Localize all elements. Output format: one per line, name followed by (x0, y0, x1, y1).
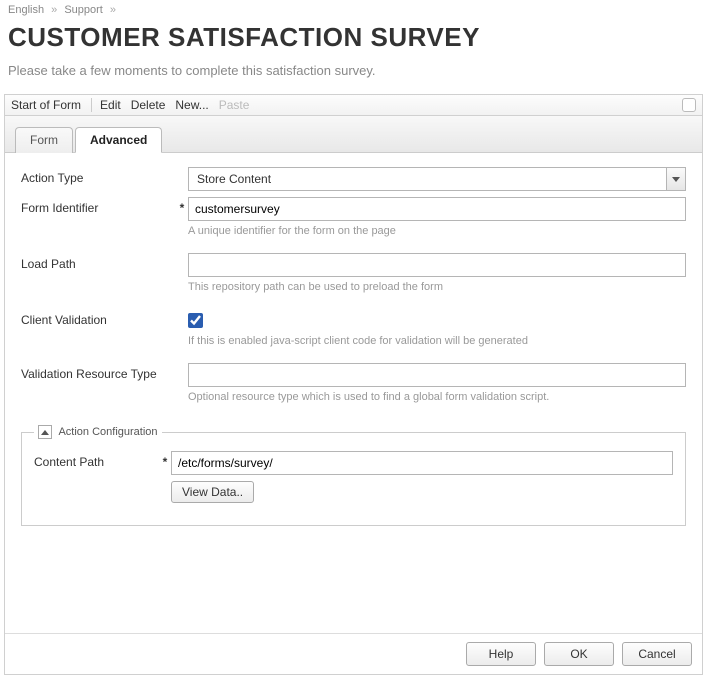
hint-form-identifier: A unique identifier for the form on the … (188, 221, 686, 247)
cancel-button[interactable]: Cancel (622, 642, 692, 666)
label-form-identifier: Form Identifier (21, 197, 176, 215)
label-load-path: Load Path (21, 253, 176, 271)
chevron-up-icon (41, 430, 49, 435)
breadcrumb-sep: » (110, 4, 116, 16)
req-spacer (176, 167, 188, 171)
toolbar-edit[interactable]: Edit (100, 98, 121, 112)
action-type-select[interactable]: Store Content (188, 167, 686, 191)
breadcrumb-section[interactable]: Support (64, 4, 103, 16)
toolbar-start-of-form[interactable]: Start of Form (11, 98, 81, 112)
toolbar-right-icon[interactable] (682, 98, 696, 112)
form-identifier-input[interactable] (188, 197, 686, 221)
tabbar: Form Advanced (5, 116, 702, 153)
breadcrumb-sep: » (51, 4, 57, 16)
action-configuration-label: Action Configuration (58, 426, 157, 438)
load-path-input[interactable] (188, 253, 686, 277)
breadcrumb-lang[interactable]: English (8, 4, 44, 16)
breadcrumb: English » Support » (0, 0, 707, 20)
label-client-validation: Client Validation (21, 309, 176, 327)
label-action-type: Action Type (21, 167, 176, 185)
chevron-down-icon (672, 177, 680, 182)
action-type-dropdown-button[interactable] (666, 167, 686, 191)
req-spacer (176, 253, 188, 257)
validation-resource-type-input[interactable] (188, 363, 686, 387)
toolbar-delete[interactable]: Delete (131, 98, 166, 112)
label-validation-resource-type: Validation Resource Type (21, 363, 176, 381)
tab-form[interactable]: Form (15, 127, 73, 153)
ok-button[interactable]: OK (544, 642, 614, 666)
toolbar: Start of Form Edit Delete New... Paste (4, 94, 703, 116)
hint-client-validation: If this is enabled java-script client co… (188, 331, 686, 357)
client-validation-checkbox[interactable] (188, 313, 203, 328)
help-button[interactable]: Help (466, 642, 536, 666)
action-configuration-legend: Action Configuration (34, 425, 162, 439)
label-content-path: Content Path (34, 451, 159, 469)
required-marker: * (159, 451, 171, 469)
dialog-footer: Help OK Cancel (5, 633, 702, 674)
toolbar-paste: Paste (219, 98, 250, 112)
content-path-input[interactable] (171, 451, 673, 475)
req-spacer (176, 363, 188, 367)
toolbar-separator (91, 98, 92, 112)
action-configuration-group: Action Configuration Content Path * View… (21, 425, 686, 526)
page-intro: Please take a few moments to complete th… (0, 63, 707, 94)
hint-load-path: This repository path can be used to prel… (188, 277, 686, 303)
dialog: Form Advanced Action Type Store Content … (4, 116, 703, 675)
req-spacer (176, 309, 188, 313)
toolbar-new[interactable]: New... (175, 98, 208, 112)
required-marker: * (176, 197, 188, 215)
tab-advanced[interactable]: Advanced (75, 127, 162, 153)
hint-validation-resource-type: Optional resource type which is used to … (188, 387, 686, 413)
view-data-button[interactable]: View Data.. (171, 481, 254, 503)
collapse-button[interactable] (38, 425, 52, 439)
page-title: CUSTOMER SATISFACTION SURVEY (0, 20, 707, 63)
form-area: Action Type Store Content Form Identifie… (5, 153, 702, 633)
